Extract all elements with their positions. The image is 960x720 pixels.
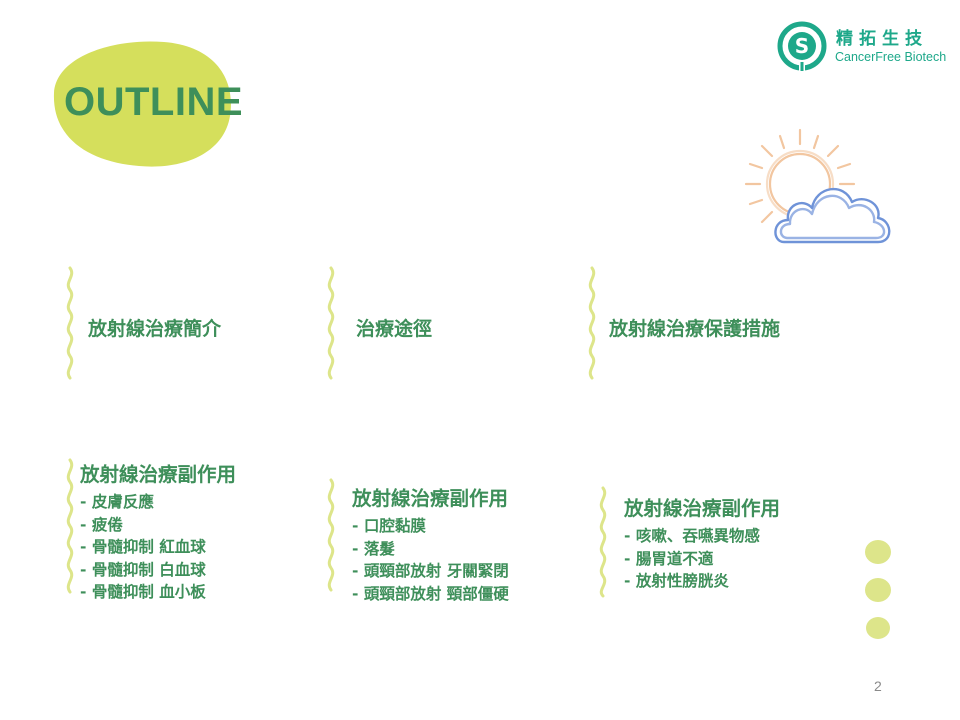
list-item: - 骨髓抑制 紅血球 xyxy=(80,538,206,556)
list-item: - 骨髓抑制 血小板 xyxy=(80,583,206,601)
decorative-dot xyxy=(865,540,891,564)
side-effects-heading: 放射線治療副作用 xyxy=(352,487,509,510)
side-effects-heading: 放射線治療副作用 xyxy=(80,463,237,486)
squiggle-divider-icon xyxy=(327,478,335,592)
decorative-dot xyxy=(865,578,891,602)
logo-name-en: CancerFree Biotech xyxy=(835,50,947,64)
list-item: - 皮膚反應 xyxy=(80,493,154,511)
side-effects-block-3: 放射線治療副作用 - 咳嗽、吞嚥異物感 - 腸胃道不適 - 放射性膀胱炎 xyxy=(624,492,780,593)
list-item: - 放射性膀胱炎 xyxy=(624,572,729,590)
svg-text:S: S xyxy=(795,34,809,58)
list-item: - 咳嗽、吞嚥異物感 xyxy=(624,527,760,545)
side-effects-heading: 放射線治療副作用 xyxy=(624,497,781,520)
list-item: - 疲倦 xyxy=(80,515,123,534)
topic-treatment-route: 治療途徑 xyxy=(356,318,433,340)
topic-protection-measures: 放射線治療保護措施 xyxy=(609,318,781,340)
squiggle-divider-icon xyxy=(588,266,596,380)
cancerfree-logo-icon: S xyxy=(777,21,827,72)
squiggle-divider-icon xyxy=(327,266,335,380)
list-item: - 腸胃道不適 xyxy=(624,549,714,568)
logo-name-cn: 精拓生技 xyxy=(836,29,928,49)
squiggle-divider-icon xyxy=(66,266,74,380)
list-item: - 骨髓抑制 白血球 xyxy=(80,560,206,579)
side-effects-block-2: 放射線治療副作用 - 口腔黏膜 - 落髮 - 頭頸部放射 牙關緊閉 - 頭頸部放… xyxy=(352,482,509,605)
squiggle-divider-icon xyxy=(66,458,74,594)
company-logo: S 精拓生技 CancerFree Biotech xyxy=(776,18,951,74)
list-item: - 口腔黏膜 xyxy=(352,517,426,535)
list-item: - 落髮 xyxy=(352,539,395,558)
decorative-dot xyxy=(866,617,890,639)
list-item: - 頭頸部放射 牙關緊閉 xyxy=(352,562,509,580)
side-effects-block-1: 放射線治療副作用 - 皮膚反應 - 疲倦 - 骨髓抑制 紅血球 - 骨髓抑制 白… xyxy=(80,458,236,604)
squiggle-divider-icon xyxy=(599,486,607,598)
side-effects-list: - 皮膚反應 - 疲倦 - 骨髓抑制 紅血球 - 骨髓抑制 白血球 - 骨髓抑制… xyxy=(80,491,236,604)
page-number: 2 xyxy=(874,678,882,694)
list-item: - 頭頸部放射 頸部僵硬 xyxy=(352,584,509,603)
slide-title: OUTLINE xyxy=(64,80,244,124)
topic-radiotherapy-intro: 放射線治療簡介 xyxy=(88,318,222,340)
sun-cloud-icon xyxy=(744,128,891,244)
side-effects-list: - 口腔黏膜 - 落髮 - 頭頸部放射 牙關緊閉 - 頭頸部放射 頸部僵硬 xyxy=(352,515,509,605)
side-effects-list: - 咳嗽、吞嚥異物感 - 腸胃道不適 - 放射性膀胱炎 xyxy=(624,525,780,593)
